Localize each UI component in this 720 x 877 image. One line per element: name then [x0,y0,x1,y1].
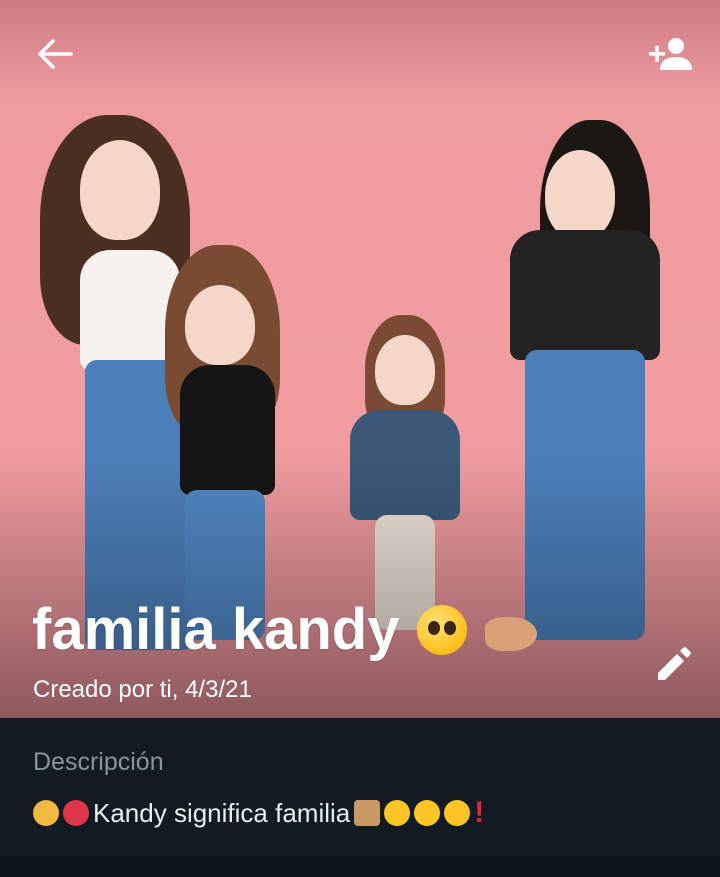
pencil-icon [658,647,691,680]
back-button[interactable] [30,34,80,74]
house-emoji [354,800,381,826]
group-name-text: familia kandy [32,597,400,662]
description-section[interactable]: Descripción Kandy significa familia ! [0,718,720,856]
bottom-divider [0,856,720,877]
pointing-hand-emoji [485,616,538,651]
group-photo[interactable]: familia kandy Creado por ti, 4/3/21 [0,0,720,718]
red-exclamation-emoji: ! [474,796,485,829]
face-blowing-kiss-emoji [444,800,471,826]
description-text: Kandy significa familia ! [33,796,484,830]
arrow-left-icon [38,39,73,69]
add-participant-button[interactable] [640,32,700,76]
edit-group-button[interactable] [646,640,700,690]
description-label: Descripción [33,748,164,776]
description-body: Kandy significa familia [93,797,351,828]
family-emoji [33,800,59,826]
smiling-face-with-hearts-emoji [414,800,441,826]
person-add-icon [649,38,692,70]
group-name: familia kandy [32,596,538,663]
pleading-face-emoji [417,604,468,655]
group-created-info: Creado por ti, 4/3/21 [33,676,252,703]
mending-heart-emoji [63,800,89,826]
pleading-face-emoji [384,800,411,826]
